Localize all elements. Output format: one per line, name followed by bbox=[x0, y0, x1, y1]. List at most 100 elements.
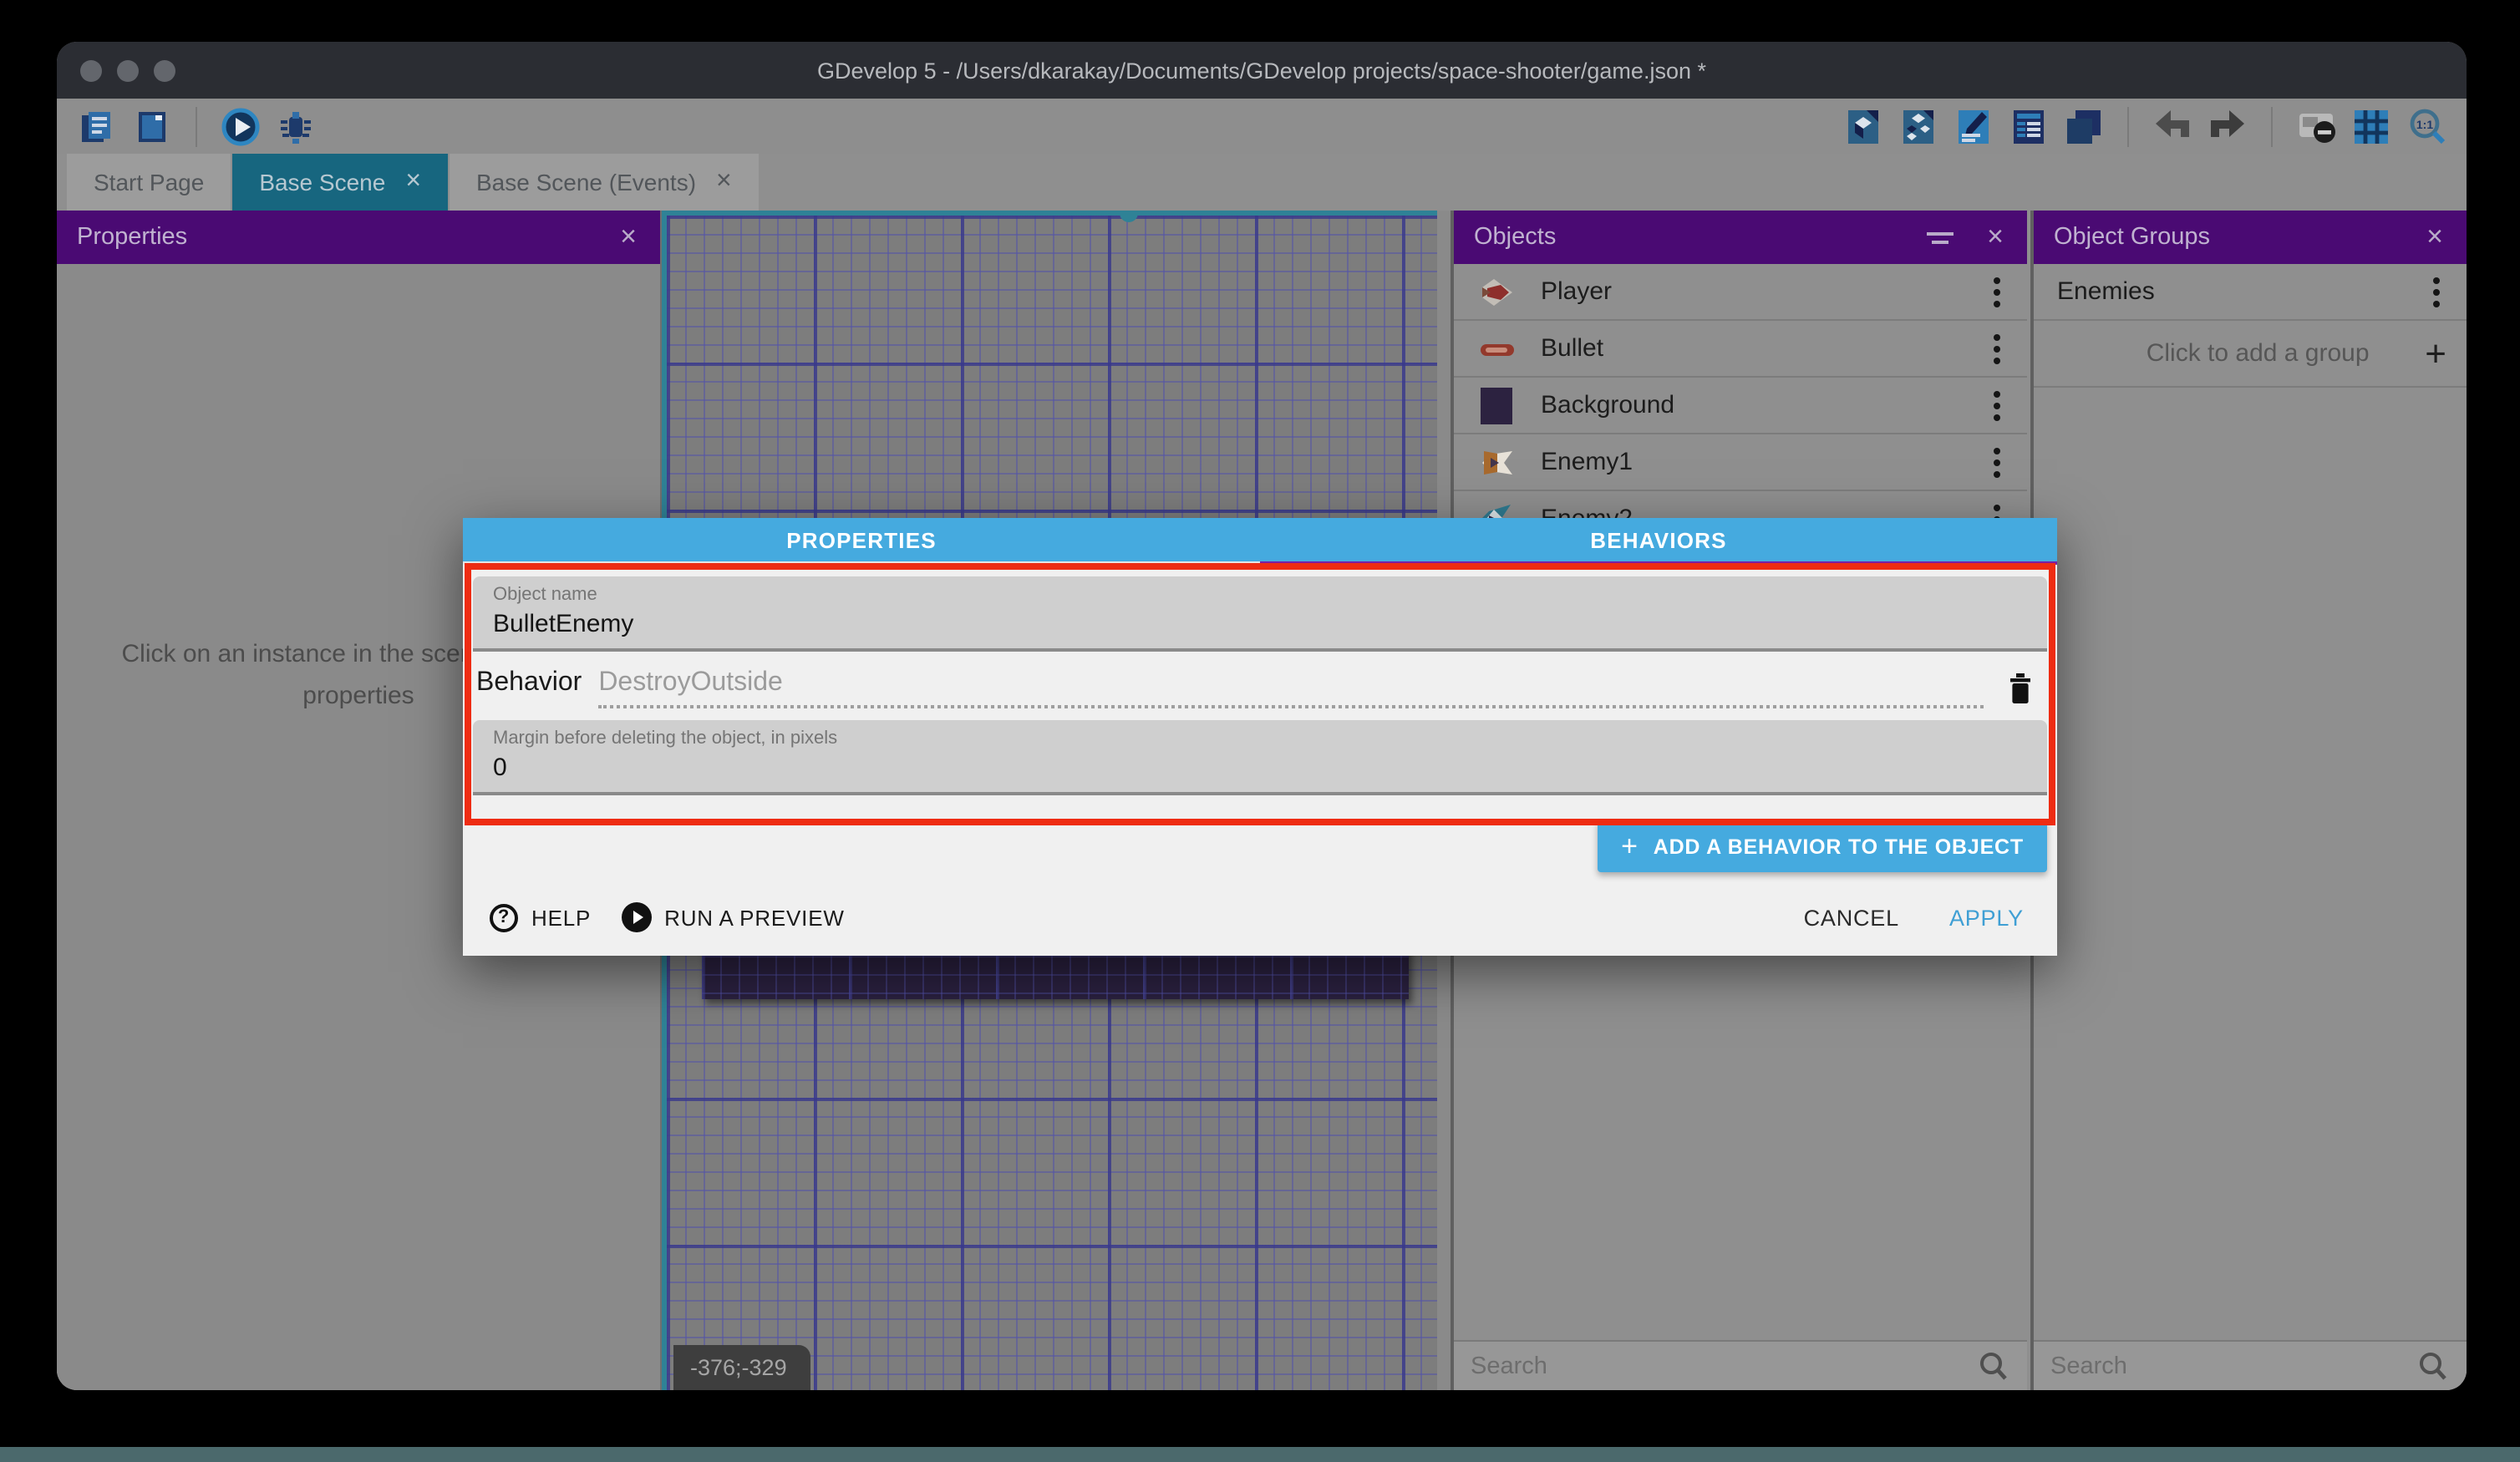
object-name: Bullet bbox=[1541, 334, 1960, 363]
close-panel-icon[interactable]: × bbox=[2423, 221, 2446, 254]
margin-label: Margin before deleting the object, in pi… bbox=[493, 728, 2027, 749]
redo-icon[interactable] bbox=[2208, 106, 2248, 146]
undo-icon[interactable] bbox=[2152, 106, 2192, 146]
object-name-label: Object name bbox=[493, 585, 2027, 605]
object-menu-icon[interactable] bbox=[1984, 440, 2010, 484]
object-groups-panel: Object Groups × Enemies Click to add a g… bbox=[2030, 211, 2467, 1390]
debug-icon[interactable] bbox=[276, 106, 316, 146]
object-editor-dialog: PROPERTIES BEHAVIORS Object name BulletE… bbox=[463, 518, 2057, 956]
panel-title: Objects bbox=[1474, 224, 1556, 251]
enemy1-ship-icon bbox=[1477, 442, 1517, 482]
behavior-placeholder: DestroyOutside bbox=[598, 668, 783, 698]
zoom-reset-icon[interactable]: 1:1 bbox=[2406, 106, 2446, 146]
help-icon: ? bbox=[490, 903, 518, 932]
help-label: HELP bbox=[531, 905, 591, 930]
object-menu-icon[interactable] bbox=[1984, 327, 2010, 370]
titlebar: GDevelop 5 - /Users/dkarakay/Documents/G… bbox=[57, 42, 2467, 99]
behavior-name-input[interactable]: DestroyOutside bbox=[598, 668, 1984, 708]
group-row-enemies[interactable]: Enemies bbox=[2034, 264, 2467, 321]
cursor-coordinates: -376;-329 bbox=[673, 1345, 810, 1390]
search-icon bbox=[1977, 1349, 2010, 1383]
bullet-icon bbox=[1477, 328, 1517, 368]
properties-panel-header: Properties × bbox=[57, 211, 660, 264]
tab-label: Start Page bbox=[94, 169, 204, 195]
behavior-row: Behavior DestroyOutside bbox=[463, 652, 2057, 708]
project-manager-icon[interactable] bbox=[77, 106, 117, 146]
background-icon bbox=[1477, 385, 1517, 425]
plus-icon: + bbox=[1621, 830, 1639, 863]
search-icon bbox=[2416, 1349, 2450, 1383]
object-row-bullet[interactable]: Bullet bbox=[1454, 321, 2027, 378]
dialog-tab-indicator bbox=[463, 561, 2057, 565]
grid-icon[interactable] bbox=[2351, 106, 2391, 146]
close-panel-icon[interactable]: × bbox=[1984, 221, 2007, 254]
group-menu-icon[interactable] bbox=[2423, 270, 2450, 313]
cancel-button[interactable]: CANCEL bbox=[1787, 895, 1916, 940]
toolbar-divider bbox=[2127, 106, 2129, 146]
toolbar: 1:1 bbox=[57, 99, 2467, 154]
add-icon[interactable]: + bbox=[2425, 332, 2446, 375]
close-panel-icon[interactable]: × bbox=[617, 221, 640, 254]
object-groups-panel-header: Object Groups × bbox=[2034, 211, 2467, 264]
add-group-row[interactable]: Click to add a group + bbox=[2034, 321, 2467, 388]
toolbar-right: 1:1 bbox=[1843, 106, 2446, 146]
help-button[interactable]: ? HELP bbox=[490, 903, 591, 932]
margin-value: 0 bbox=[493, 754, 2027, 782]
add-behavior-button[interactable]: + ADD A BEHAVIOR TO THE OBJECT bbox=[1598, 820, 2047, 872]
dialog-tab-properties[interactable]: PROPERTIES bbox=[463, 518, 1260, 561]
search-placeholder: Search bbox=[2050, 1353, 2416, 1379]
edit-object-icon[interactable] bbox=[1843, 106, 1883, 146]
objects-panel-header: Objects × bbox=[1454, 211, 2027, 264]
toolbar-divider bbox=[2271, 106, 2273, 146]
svg-text:1:1: 1:1 bbox=[2416, 117, 2433, 130]
apply-button[interactable]: APPLY bbox=[1933, 895, 2030, 940]
filter-icon[interactable] bbox=[1927, 231, 1954, 243]
object-row-enemy1[interactable]: Enemy1 bbox=[1454, 434, 2027, 491]
behavior-label: Behavior bbox=[476, 668, 582, 698]
add-behavior-label: ADD A BEHAVIOR TO THE OBJECT bbox=[1654, 835, 2024, 858]
toolbar-divider bbox=[196, 106, 197, 146]
delete-behavior-button[interactable] bbox=[2000, 668, 2040, 708]
object-menu-icon[interactable] bbox=[1984, 270, 2010, 313]
object-name-field[interactable]: Object name BulletEnemy bbox=[473, 576, 2047, 652]
object-name: Player bbox=[1541, 277, 1960, 306]
panel-title: Object Groups bbox=[2054, 224, 2210, 251]
object-name: Background bbox=[1541, 391, 1960, 419]
preview-play-icon[interactable] bbox=[221, 106, 261, 146]
close-tab-icon[interactable]: × bbox=[716, 169, 732, 195]
tab-start-page[interactable]: Start Page bbox=[67, 154, 231, 211]
dialog-tab-behaviors[interactable]: BEHAVIORS bbox=[1260, 518, 2057, 561]
run-preview-label: RUN A PREVIEW bbox=[664, 905, 845, 930]
toggle-mask-icon[interactable] bbox=[2296, 106, 2336, 146]
objects-search[interactable]: Search bbox=[1454, 1340, 2027, 1390]
object-row-background[interactable]: Background bbox=[1454, 378, 2027, 434]
groups-search[interactable]: Search bbox=[2034, 1340, 2467, 1390]
player-ship-icon bbox=[1477, 272, 1517, 312]
tab-label: Base Scene (Events) bbox=[476, 169, 696, 195]
play-icon bbox=[621, 902, 651, 932]
add-group-label: Click to add a group bbox=[2054, 339, 2425, 368]
tab-base-scene[interactable]: Base Scene × bbox=[232, 154, 448, 211]
object-name-value: BulletEnemy bbox=[493, 610, 2027, 638]
edit-object-groups-icon[interactable] bbox=[1898, 106, 1938, 146]
tabbar: Start Page Base Scene × Base Scene (Even… bbox=[57, 154, 2467, 211]
tab-label: Base Scene bbox=[259, 169, 385, 195]
screen: GDevelop 5 - /Users/dkarakay/Documents/G… bbox=[0, 0, 2520, 1462]
search-placeholder: Search bbox=[1471, 1353, 1977, 1379]
layers-icon[interactable] bbox=[2064, 106, 2104, 146]
toolbar-left bbox=[77, 106, 316, 146]
object-menu-icon[interactable] bbox=[1984, 383, 2010, 427]
group-name: Enemies bbox=[2057, 277, 2400, 306]
object-name: Enemy1 bbox=[1541, 448, 1960, 476]
instances-list-icon[interactable] bbox=[2009, 106, 2049, 146]
close-tab-icon[interactable]: × bbox=[405, 169, 421, 195]
dialog-tabbar: PROPERTIES BEHAVIORS bbox=[463, 518, 2057, 561]
dialog-footer: ? HELP RUN A PREVIEW CANCEL APPLY bbox=[463, 879, 2057, 956]
panel-title: Properties bbox=[77, 224, 187, 251]
margin-field[interactable]: Margin before deleting the object, in pi… bbox=[473, 720, 2047, 795]
object-row-player[interactable]: Player bbox=[1454, 264, 2027, 321]
tab-base-scene-events[interactable]: Base Scene (Events) × bbox=[450, 154, 759, 211]
scene-properties-icon[interactable] bbox=[1954, 106, 1994, 146]
scene-editor-icon[interactable] bbox=[132, 106, 172, 146]
run-preview-button[interactable]: RUN A PREVIEW bbox=[621, 902, 845, 932]
